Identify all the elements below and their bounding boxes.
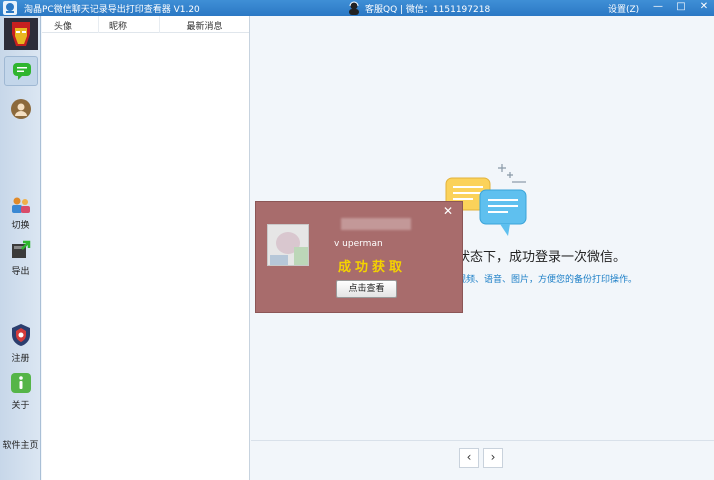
- chat-tab: [3, 56, 38, 86]
- welcome-text: 状态下，成功登录一次微信。: [457, 250, 627, 265]
- app-logo-icon: [3, 1, 17, 15]
- info-icon: [10, 373, 31, 393]
- register-shield-icon: [11, 324, 30, 346]
- ironman-avatar-icon: [3, 18, 38, 50]
- popup-view-button[interactable]: 点击查看: [336, 280, 397, 298]
- column-header-avatar[interactable]: 头像: [42, 16, 98, 32]
- sidebar-item-about[interactable]: 关于: [0, 372, 41, 411]
- sidebar-item-register[interactable]: 注册: [0, 323, 41, 364]
- contact-list-panel: 头像 昵称 最新消息: [42, 16, 250, 480]
- export-icon: [11, 240, 30, 258]
- next-page-button[interactable]: ›: [483, 448, 503, 468]
- blurred-avatar-icon: [268, 225, 308, 265]
- register-label: 注册: [11, 354, 30, 364]
- close-button[interactable]: ✕: [694, 0, 714, 16]
- chat-bubble-icon: [12, 63, 31, 80]
- switch-users-icon: [11, 197, 30, 213]
- about-label: 关于: [11, 401, 30, 411]
- contact-icon: [10, 99, 31, 119]
- support-contact-text: 客服QQ | 微信：1151197218: [365, 4, 491, 15]
- sidebar-item-export[interactable]: 导出: [0, 240, 41, 277]
- popup-user-name-blurred: [341, 218, 411, 230]
- pagination: ‹ ›: [459, 448, 503, 468]
- welcome-subtext: 视频、语音、图片，方便您的备份打印操作。: [457, 275, 638, 285]
- minimize-button[interactable]: —: [648, 0, 668, 16]
- sidebar-item-homepage[interactable]: 软件主页: [0, 437, 41, 451]
- export-label: 导出: [11, 267, 30, 277]
- user-avatar[interactable]: [0, 18, 41, 53]
- nav-rail: 切换 导出 注册 关于 软件主页: [0, 16, 41, 480]
- list-header: 头像 昵称 最新消息: [42, 16, 249, 33]
- column-header-nickname[interactable]: 昵称: [98, 16, 160, 33]
- column-header-latest-message[interactable]: 最新消息: [160, 16, 249, 32]
- popup-user-avatar: [267, 224, 309, 266]
- popup-user-id: v uperman: [334, 239, 383, 249]
- support-agent-icon: [349, 1, 359, 15]
- login-success-popup: ✕ v uperman 成功获取 点击查看: [255, 201, 463, 313]
- prev-page-button[interactable]: ‹: [459, 448, 479, 468]
- window-title: 淘晶PC微信聊天记录导出打印查看器 V1.20: [24, 5, 200, 15]
- maximize-button[interactable]: □: [671, 0, 691, 16]
- switch-label: 切换: [11, 221, 30, 231]
- settings-menu[interactable]: 设置(Z): [608, 2, 639, 15]
- title-bar: 淘晶PC微信聊天记录导出打印查看器 V1.20 客服QQ | 微信：115119…: [0, 0, 714, 16]
- popup-close-icon[interactable]: ✕: [443, 204, 453, 218]
- sidebar-item-contacts[interactable]: [0, 98, 41, 123]
- sidebar-item-chats[interactable]: [0, 56, 41, 89]
- homepage-label: 软件主页: [2, 441, 39, 451]
- sidebar-item-switch[interactable]: 切换: [0, 196, 41, 231]
- support-contact: 客服QQ | 微信：1151197218: [347, 0, 490, 16]
- popup-success-text: 成功获取: [338, 260, 407, 275]
